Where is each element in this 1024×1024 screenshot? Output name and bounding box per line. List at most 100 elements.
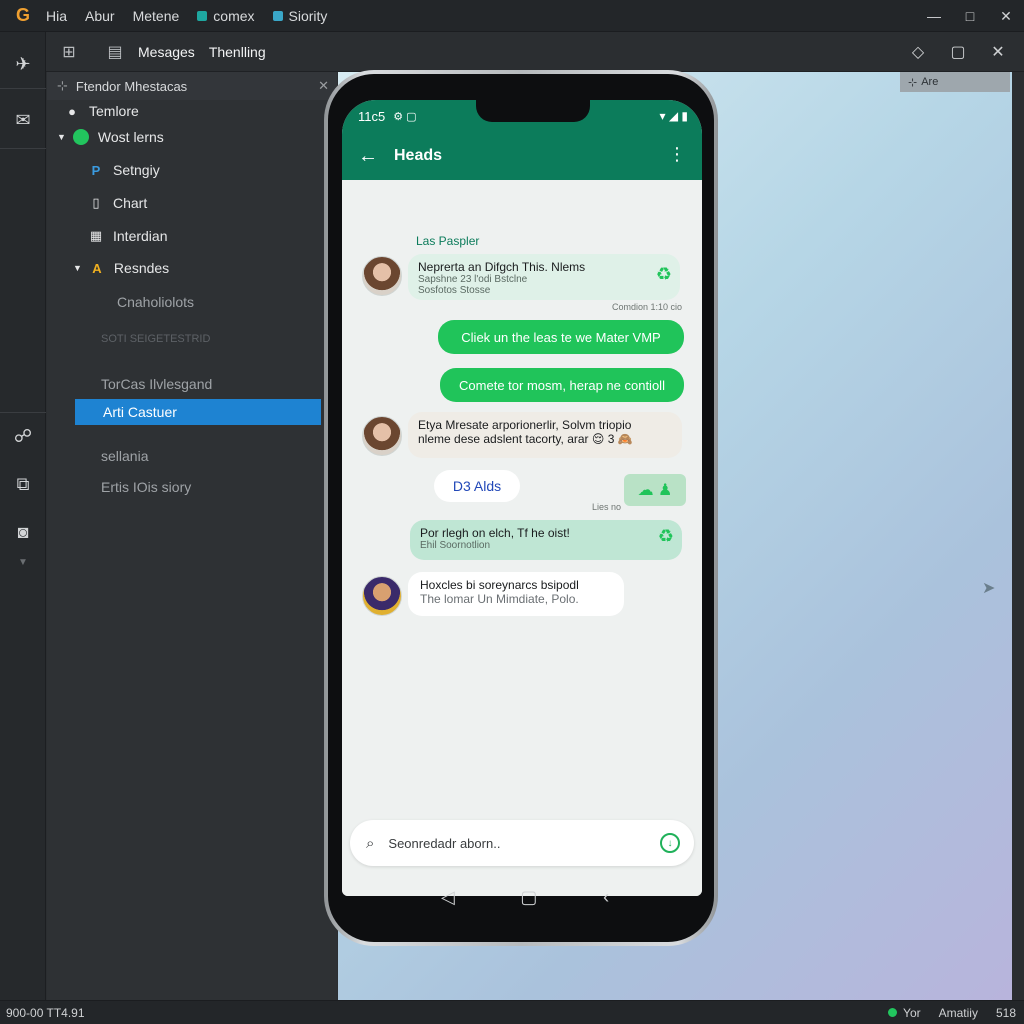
tree-item-faint[interactable]: SOTI SEIGETESTRID [47, 326, 337, 352]
activity-bar: ✈ ✉ ☍ ⧉ ◙ ▼ [0, 32, 46, 1000]
phone-frame: 11c5 ⚙ ▢ ▾ ◢ ▮ ← Heads ⋮ Las Paspler Nep… [324, 70, 718, 946]
search-icon: ⌕ [366, 834, 375, 852]
attachment-thumb[interactable]: ☁ ♟ [624, 474, 686, 506]
restore-icon[interactable]: ▢ [938, 32, 978, 72]
mail-icon[interactable]: ✉ [0, 100, 46, 140]
preview-tab-label: Are [921, 76, 939, 88]
tree-item-resndes[interactable]: ▼ A Resndes [47, 255, 337, 281]
phone-clock: 11c5 [358, 108, 386, 124]
nav-recents-icon[interactable]: ‹ [603, 887, 609, 908]
minimize-button[interactable]: — [916, 0, 952, 32]
message-text: Etya Mresate arporionerlir, Solvm triopi… [418, 418, 632, 432]
phone-body: 11c5 ⚙ ▢ ▾ ◢ ▮ ← Heads ⋮ Las Paspler Nep… [328, 74, 714, 942]
message-subtext: The lomar Un Mimdiate, Polo. [420, 592, 579, 606]
close-button[interactable]: ✕ [988, 0, 1024, 32]
tree-item-torcas[interactable]: TorCas Ilvlesgand [47, 371, 337, 397]
menu-item-hia[interactable]: Hia [46, 8, 67, 24]
tree-item-label: Interdian [113, 228, 168, 244]
message-bubble-6[interactable]: Hoxcles bi soreynarcs bsipodl The lomar … [408, 572, 624, 616]
tree-item-label: sellania [101, 448, 149, 464]
p-icon: P [91, 162, 101, 178]
extensions-icon[interactable]: ⧉ [0, 464, 46, 504]
maximize-button[interactable]: □ [952, 0, 988, 32]
chip-d3-alds[interactable]: D3 Alds [434, 470, 520, 502]
nav-home-icon[interactable]: ▢ [520, 887, 537, 908]
window-icon: ▦ [89, 228, 103, 243]
avatar[interactable] [362, 256, 402, 296]
menu-bar: Hia Abur Metene comex Siority [46, 8, 327, 24]
tree-item-chart[interactable]: ▯ Chart [47, 190, 337, 216]
explorer-title: Ftendor Mhestacas [75, 78, 188, 94]
tab-thenlling[interactable]: Thenlling [209, 44, 266, 60]
tree-item-label: Wost lerns [97, 129, 164, 145]
message-text: Neprerta an Difgch This. Nlems [418, 260, 586, 274]
menu-item-metene[interactable]: Metene [133, 8, 180, 24]
chat-app-bar: ← Heads ⋮ [342, 132, 702, 180]
title-tab-comex[interactable]: comex [197, 7, 255, 24]
recycle-icon: ♻ [657, 526, 674, 546]
tree-item-wost-lerns[interactable]: ▼ Wost lerns [47, 124, 337, 150]
tree-item-arti-castuer[interactable]: Arti Castuer [75, 399, 321, 425]
message-bubble-3[interactable]: Comete tor mosm, herap ne contioll [440, 368, 684, 402]
square-icon [197, 10, 208, 21]
menu-item-abur[interactable]: Abur [85, 8, 115, 24]
alert-icon[interactable]: ◇ [898, 32, 938, 72]
message-bubble-4[interactable]: Etya Mresate arporionerlir, Solvm triopi… [408, 412, 682, 458]
avatar[interactable] [362, 416, 402, 456]
tree-item-label: SOTI SEIGETESTRID [101, 333, 211, 345]
chevron-down-icon: ▼ [73, 263, 82, 273]
tree-item-ertis[interactable]: Ertis IOis siory [47, 474, 337, 500]
green-circle-icon [72, 129, 90, 145]
cursor-icon: ➤ [982, 580, 996, 597]
tree-item-label: Temlore [89, 103, 139, 119]
status-item-value[interactable]: 518 [996, 1006, 1016, 1020]
title-tab-siority[interactable]: Siority [272, 8, 327, 24]
tree-item-label: Resndes [113, 260, 170, 276]
message-bubble-2[interactable]: Cliek un the leas te we Mater VMP [438, 320, 684, 354]
back-arrow-icon[interactable]: ← [342, 145, 394, 168]
close-panel-icon[interactable]: ✕ [978, 32, 1018, 72]
message-bubble-1[interactable]: Neprerta an Difgch This. Nlems Sapshne 2… [408, 254, 680, 300]
file-icon: ▯ [92, 195, 100, 210]
tree-item-interdian[interactable]: ▦ Interdian [47, 223, 337, 249]
sender-name: Las Paspler [416, 234, 480, 248]
tab-messages[interactable]: Mesages [138, 44, 195, 60]
tree-item-label: Ertis IOis siory [101, 479, 192, 495]
tree-item-cnaholiolots[interactable]: Cnaholiolots [47, 289, 337, 315]
square-icon [272, 10, 283, 21]
activity-divider [0, 148, 46, 149]
explorer-header: ⊹ Ftendor Mhestacas ✕ [47, 72, 337, 100]
phone-notch [476, 100, 590, 122]
chevron-down-icon[interactable]: ▼ [0, 542, 46, 582]
pin-icon[interactable]: ✈ [0, 44, 46, 84]
title-tab-label: comex [213, 7, 255, 24]
tree-item-sellania[interactable]: sellania [47, 443, 337, 469]
dot-icon: ● [68, 103, 76, 119]
message-text: Hoxcles bi soreynarcs bsipodl [420, 578, 579, 592]
close-icon[interactable]: ✕ [318, 78, 329, 94]
title-bar: G Hia Abur Metene comex Siority — □ ✕ [0, 0, 1024, 32]
preview-tab[interactable]: ⊹ Are [900, 72, 1010, 92]
split-view-icon[interactable]: ⊞ [46, 32, 92, 72]
status-left-text: 900-00 TT4.91 [6, 1005, 85, 1020]
people-icon[interactable]: ☍ [0, 416, 46, 456]
avatar[interactable] [362, 576, 402, 616]
activity-divider [0, 412, 46, 413]
message-subtext: Sosfotos Stosse [418, 285, 491, 296]
app-logo-icon: G [15, 5, 30, 25]
status-bar: 900-00 TT4.91 Yor Amatiiy 518 [0, 1000, 1024, 1024]
message-subtext: Ehil Soornotlion [420, 540, 491, 551]
nav-back-icon[interactable]: ◁ [441, 887, 455, 908]
layout-icon[interactable]: ▤ [92, 32, 138, 72]
message-time: Comdion 1:10 cio [612, 302, 683, 312]
tree-item-setngiy[interactable]: P Setngiy [47, 157, 337, 183]
status-item-amatiiy[interactable]: Amatiiy [939, 1006, 978, 1020]
status-item-yor[interactable]: Yor [888, 1006, 921, 1020]
more-vert-icon[interactable]: ⋮ [668, 144, 686, 165]
recycle-icon: ♻ [655, 264, 672, 284]
tree-item-temlore[interactable]: ● Temlore [47, 98, 337, 124]
mic-icon[interactable]: ↓ [660, 833, 680, 853]
message-bubble-5[interactable]: Por rlegh on elch, Tf he oist! Ehil Soor… [410, 520, 682, 560]
message-text: Por rlegh on elch, Tf he oist! [420, 526, 570, 540]
message-subtext: Sapshne 23 l'odi Bstclne [418, 274, 528, 285]
